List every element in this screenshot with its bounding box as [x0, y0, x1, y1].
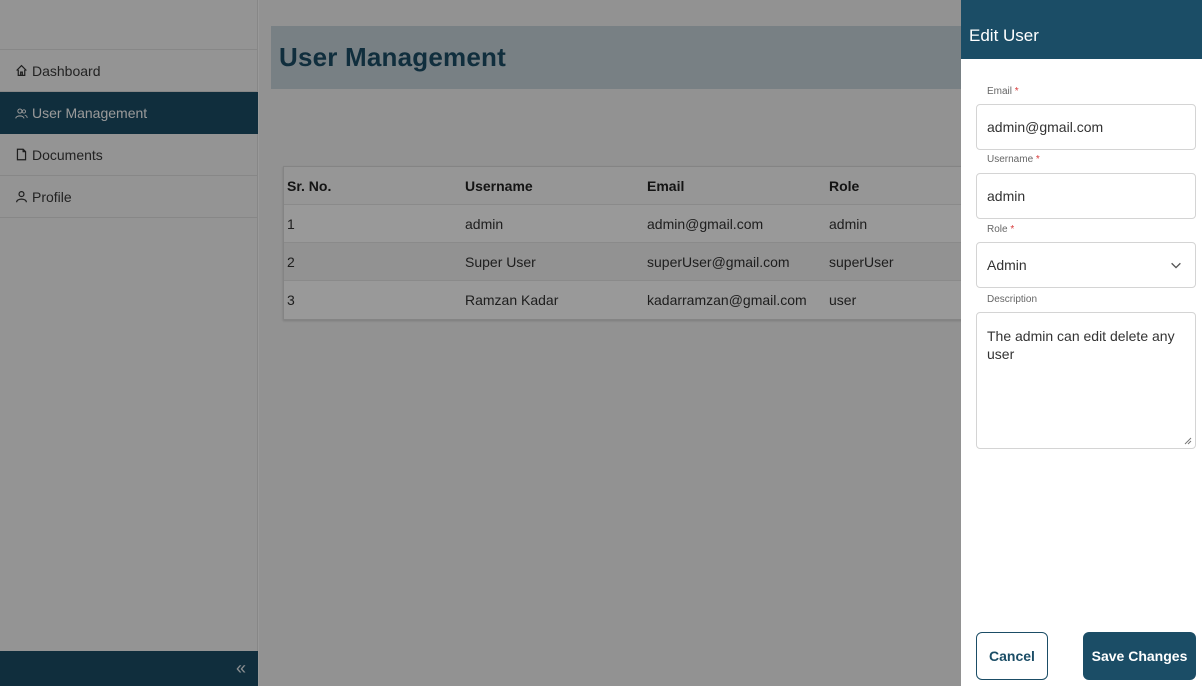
email-field[interactable]: admin@gmail.com — [976, 104, 1196, 150]
save-changes-button[interactable]: Save Changes — [1083, 632, 1196, 680]
description-label: Description — [987, 294, 1038, 305]
cancel-button[interactable]: Cancel — [976, 632, 1048, 680]
chevron-down-icon — [1171, 262, 1181, 269]
required-asterisk: * — [1010, 224, 1015, 235]
description-value: The admin can edit delete any user — [987, 328, 1175, 362]
edit-user-drawer: Edit User Email * admin@gmail.com Userna… — [961, 0, 1202, 686]
email-value: admin@gmail.com — [987, 119, 1104, 135]
drawer-header: Edit User — [961, 0, 1202, 59]
role-value: Admin — [987, 257, 1027, 273]
required-asterisk: * — [1014, 86, 1019, 97]
description-textarea[interactable]: The admin can edit delete any user — [976, 312, 1196, 449]
drawer-title: Edit User — [969, 26, 1039, 45]
email-label: Email * — [987, 86, 1019, 97]
resize-handle-icon[interactable] — [1184, 437, 1192, 445]
drawer-backdrop[interactable] — [0, 0, 961, 686]
username-label: Username * — [987, 154, 1040, 165]
required-asterisk: * — [1035, 154, 1040, 165]
role-select[interactable]: Admin — [976, 242, 1196, 288]
role-label: Role * — [987, 224, 1015, 235]
username-field[interactable]: admin — [976, 173, 1196, 219]
username-value: admin — [987, 188, 1026, 204]
